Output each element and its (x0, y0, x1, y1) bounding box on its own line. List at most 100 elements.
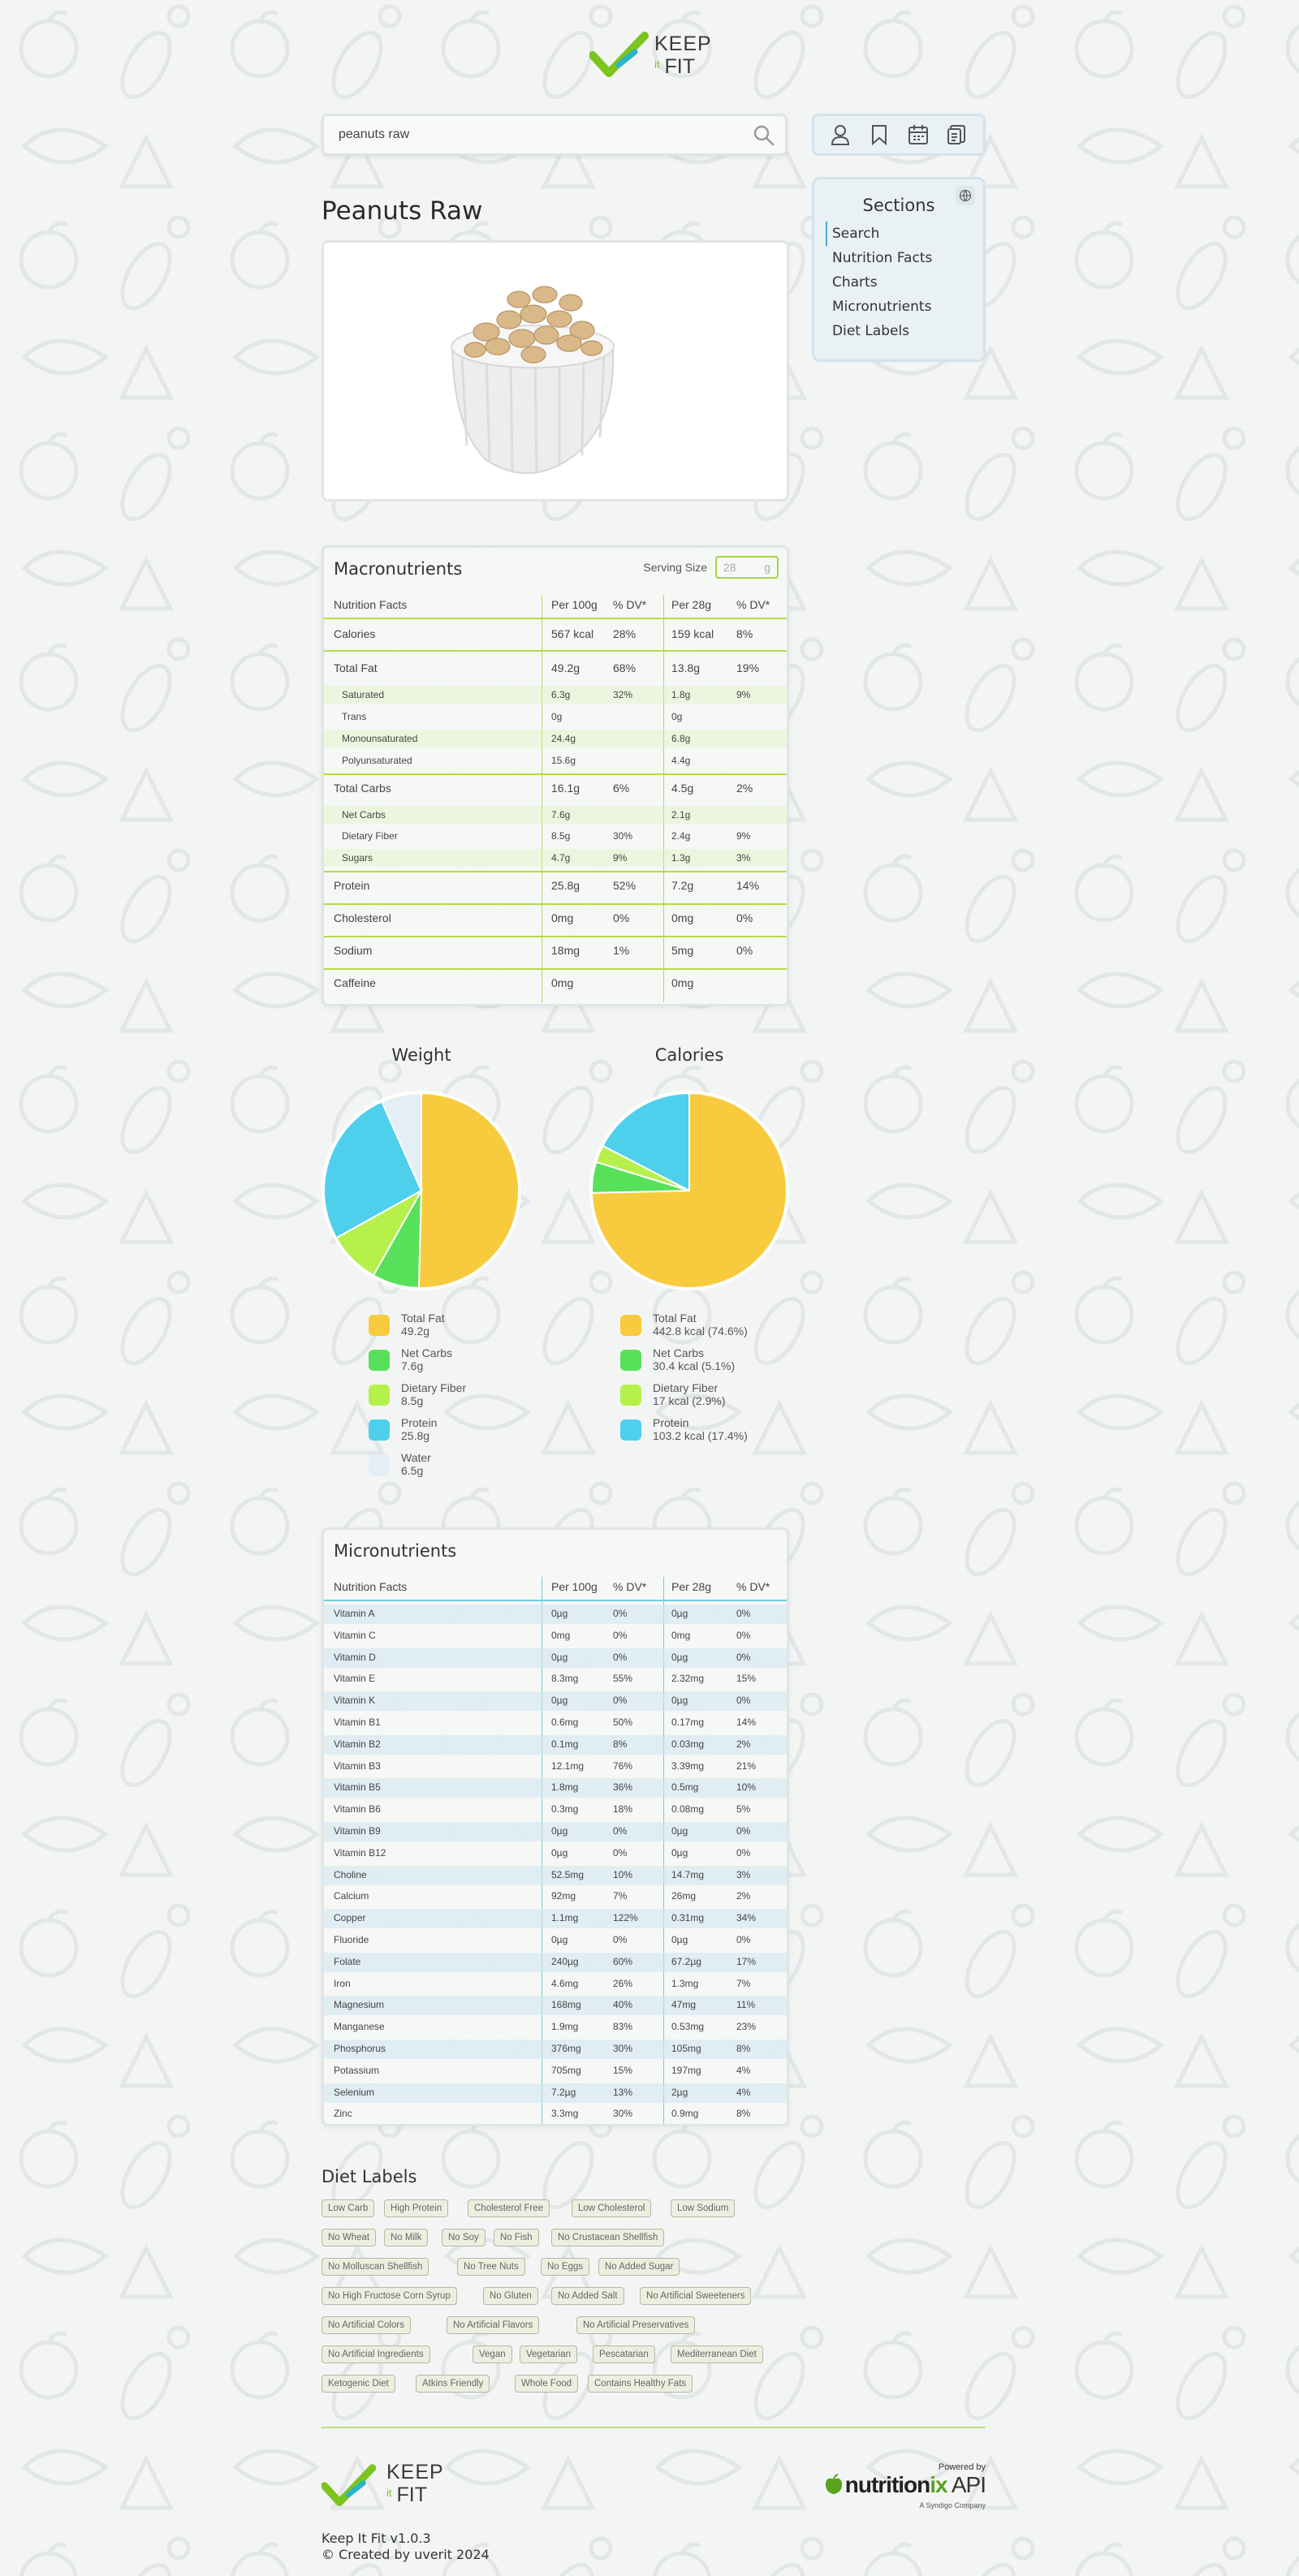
legend-item[interactable]: Dietary Fiber 8.5g (369, 1381, 531, 1414)
micros-per100-dv: 83% (613, 2021, 633, 2033)
app-version: Keep It Fit v1.0.3 (322, 2531, 431, 2546)
legend-value: 49.2g (401, 1325, 430, 1338)
macros-nutrient-name: Total Fat (334, 661, 378, 674)
logo-text-keep: KEEP (654, 32, 712, 55)
legend-item[interactable]: Total Fat 442.8 kcal (74.6%) (620, 1312, 783, 1344)
micros-per100-dv: 10% (613, 1868, 633, 1880)
macros-per100-dv: 52% (613, 879, 637, 892)
micros-serving-value: 0.53mg (671, 2021, 705, 2033)
legend-item[interactable]: Net Carbs 30.4 kcal (5.1%) (620, 1346, 783, 1379)
macros-nutrient-name: Saturated (342, 689, 385, 700)
micros-nutrient-name: Vitamin A (334, 1608, 375, 1619)
search-bar[interactable]: peanuts raw (322, 114, 788, 156)
section-link-charts[interactable]: Charts (832, 270, 983, 295)
macros-nutrient-name: Protein (334, 879, 370, 892)
sections-list: Search Nutrition Facts Charts Micronutri… (814, 222, 983, 343)
macros-header-cell: % DV* (736, 598, 770, 611)
micros-serving-dv: 0% (736, 1608, 751, 1619)
micros-row: Vitamin B1 0.6mg 50% 0.17mg 14% (324, 1717, 787, 1731)
sections-panel: Sections Search Nutrition Facts Charts M… (812, 177, 986, 362)
diet-label-tag: Atkins Friendly (416, 2375, 490, 2393)
legend-item[interactable]: Total Fat 49.2g (369, 1312, 531, 1344)
micros-serving-value: 0mg (671, 1629, 691, 1641)
micros-row: Vitamin C 0mg 0% 0mg 0% (324, 1630, 787, 1644)
footer-divider (322, 2427, 986, 2428)
micros-nutrient-name: Vitamin B9 (334, 1825, 381, 1837)
micros-serving-dv: 23% (736, 2021, 757, 2033)
macros-per100-dv: 68% (613, 661, 637, 674)
macros-row: Calories 567 kcal 28% 159 kcal 8% (324, 627, 787, 642)
micros-row: Vitamin B5 1.8mg 36% 0.5mg 10% (324, 1781, 787, 1796)
micros-row: Zinc 3.3mg 30% 0.9mg 8% (324, 2108, 787, 2122)
micros-per100-value: 0µg (551, 1651, 568, 1663)
legend-value: 103.2 kcal (17.4%) (653, 1429, 748, 1442)
section-link-search[interactable]: Search (826, 222, 983, 246)
section-link-diet-labels[interactable]: Diet Labels (832, 319, 983, 343)
micros-serving-value: 47mg (671, 1999, 697, 2011)
macros-per100-value: 24.4g (551, 733, 576, 744)
macros-serving-value: 1.8g (671, 689, 691, 700)
search-icon[interactable] (753, 124, 775, 150)
diet-label-tag: No Added Salt (551, 2287, 624, 2305)
legend-item[interactable]: Protein 103.2 kcal (17.4%) (620, 1416, 783, 1449)
micros-row: Vitamin B9 0µg 0% 0µg 0% (324, 1825, 787, 1840)
micros-per100-dv: 13% (613, 2086, 633, 2098)
section-link-micronutrients[interactable]: Micronutrients (832, 295, 983, 319)
micros-row: Vitamin K 0µg 0% 0µg 0% (324, 1695, 787, 1709)
macros-row: Sugars 4.7g 9% 1.3g 3% (324, 852, 787, 867)
legend-text: Protein 103.2 kcal (17.4%) (653, 1416, 748, 1442)
micros-serving-value: 0µg (671, 1608, 688, 1619)
micros-serving-dv: 2% (736, 1738, 751, 1750)
document-icon[interactable] (945, 123, 969, 147)
micros-nutrient-name: Copper (334, 1912, 366, 1924)
user-icon[interactable] (828, 123, 852, 147)
legend-label: Net Carbs (401, 1346, 453, 1359)
search-input[interactable]: peanuts raw (339, 127, 409, 142)
bookmark-icon[interactable] (867, 123, 891, 147)
macronutrients-title: Macronutrients (334, 559, 463, 579)
calendar-icon[interactable] (906, 123, 930, 147)
micros-header-cell: Per 100g (551, 1580, 598, 1593)
macros-per100-dv: 6% (613, 782, 630, 795)
diet-label-tag: No Eggs (541, 2258, 590, 2276)
legend-item[interactable]: Dietary Fiber 17 kcal (2.9%) (620, 1381, 783, 1414)
nutritionix-name-b: ix (930, 2472, 947, 2497)
macros-serving-dv: 0% (736, 911, 753, 924)
micros-per100-value: 0µg (551, 1934, 568, 1945)
macros-serving-value: 2.4g (671, 830, 691, 842)
macros-row: Trans 0g 0g (324, 711, 787, 726)
globe-icon[interactable] (956, 186, 975, 205)
micros-per100-value: 0µg (551, 1825, 568, 1837)
legend-value: 8.5g (401, 1394, 424, 1407)
diet-label-tag: No Gluten (483, 2287, 538, 2305)
app-logo[interactable]: KEEP it FIT (589, 28, 719, 84)
micros-per100-value: 0.6mg (551, 1717, 579, 1728)
diet-label-tag: Whole Food (515, 2375, 579, 2393)
macros-row: Monounsaturated 24.4g 6.8g (324, 733, 787, 747)
macros-per100-value: 4.7g (551, 852, 571, 864)
micros-nutrient-name: Zinc (334, 2108, 352, 2120)
footer-logo-fit-word: FIT (396, 2483, 428, 2506)
logo-text-fit-word: FIT (664, 55, 696, 78)
micros-row: Vitamin B6 0.3mg 18% 0.08mg 5% (324, 1803, 787, 1818)
pie-slice-total-fat[interactable] (417, 1092, 520, 1289)
micros-nutrient-name: Choline (334, 1868, 367, 1880)
legend-item[interactable]: Net Carbs 7.6g (369, 1346, 531, 1379)
macros-nutrient-name: Sodium (334, 944, 373, 957)
diet-label-tag: No Milk (384, 2229, 429, 2246)
legend-label: Protein (653, 1416, 689, 1429)
micros-per100-value: 0.3mg (551, 1803, 579, 1816)
nutritionix-badge[interactable]: Powered by nutritionix API A Syndigo Com… (799, 2462, 986, 2511)
micros-header-cell: % DV* (736, 1580, 770, 1593)
micros-serving-value: 26mg (671, 1890, 697, 1902)
diet-label-tag: No Tree Nuts (457, 2258, 525, 2276)
micros-nutrient-name: Vitamin B2 (334, 1738, 381, 1750)
micros-per100-dv: 26% (613, 1977, 633, 1989)
micros-per100-value: 0µg (551, 1695, 568, 1707)
legend-item[interactable]: Water 6.5g (369, 1451, 531, 1484)
macros-serving-value: 4.4g (671, 755, 691, 766)
legend-item[interactable]: Protein 25.8g (369, 1416, 531, 1449)
macros-serving-value: 159 kcal (671, 627, 714, 640)
section-link-nutrition-facts[interactable]: Nutrition Facts (832, 246, 983, 270)
serving-size-input[interactable]: 28 g (715, 556, 779, 579)
